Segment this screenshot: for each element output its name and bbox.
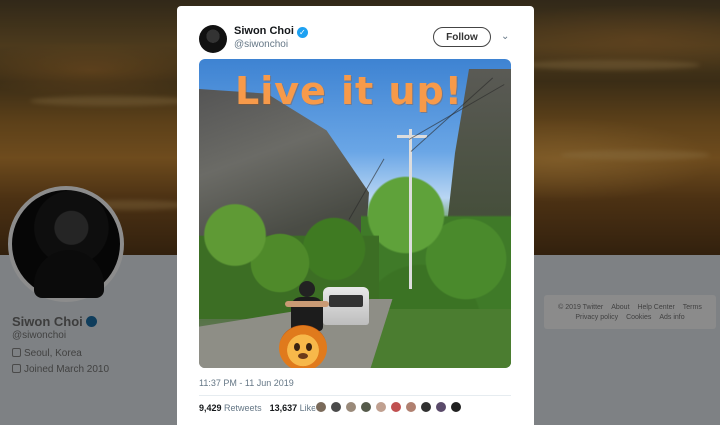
author-name[interactable]: Siwon Choi ✓ bbox=[234, 25, 308, 38]
chevron-down-icon[interactable]: ⌄ bbox=[501, 32, 509, 42]
divider bbox=[199, 395, 511, 396]
media-overlay-text: Live it up! bbox=[235, 69, 464, 113]
retweets-stat[interactable]: 9,429 Retweets bbox=[199, 403, 262, 413]
liker-avatar[interactable] bbox=[360, 401, 372, 413]
liker-avatars bbox=[315, 401, 462, 413]
liker-avatar[interactable] bbox=[345, 401, 357, 413]
liker-avatar[interactable] bbox=[375, 401, 387, 413]
liker-avatar[interactable] bbox=[315, 401, 327, 413]
roadside-grass bbox=[369, 309, 511, 368]
liker-avatar[interactable] bbox=[420, 401, 432, 413]
verified-badge-icon: ✓ bbox=[296, 27, 308, 38]
tweet-modal: Siwon Choi ✓ @siwonchoi Follow ⌄ Live it … bbox=[177, 6, 534, 425]
likes-stat[interactable]: 13,637 Likes bbox=[270, 403, 321, 413]
liker-avatar[interactable] bbox=[390, 401, 402, 413]
van bbox=[323, 287, 369, 325]
utility-pole bbox=[409, 129, 412, 289]
liker-avatar[interactable] bbox=[330, 401, 342, 413]
author-handle[interactable]: @siwonchoi bbox=[234, 39, 288, 50]
follow-button[interactable]: Follow bbox=[433, 27, 491, 47]
liker-avatar[interactable] bbox=[450, 401, 462, 413]
tweet-timestamp[interactable]: 11:37 PM - 11 Jun 2019 bbox=[199, 378, 294, 388]
tweet-media-image[interactable]: Live it up! bbox=[199, 59, 511, 368]
lion-emoji-icon bbox=[279, 325, 327, 368]
author-avatar[interactable] bbox=[199, 25, 227, 53]
liker-avatar[interactable] bbox=[435, 401, 447, 413]
liker-avatar[interactable] bbox=[405, 401, 417, 413]
tweet-stats: 9,429 Retweets 13,637 Likes bbox=[199, 403, 321, 413]
